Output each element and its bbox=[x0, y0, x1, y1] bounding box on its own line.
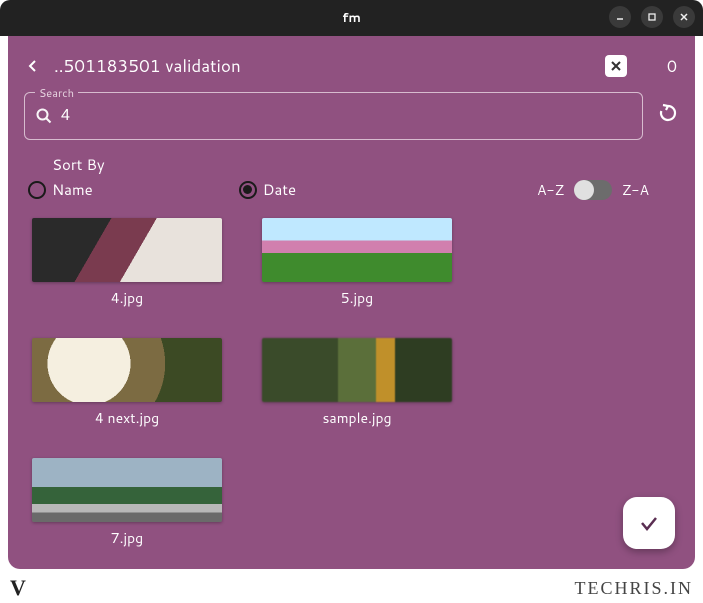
file-tile[interactable]: 4 next.jpg bbox=[32, 338, 222, 428]
file-name: 7.jpg bbox=[111, 528, 143, 548]
clear-button[interactable] bbox=[605, 55, 627, 77]
search-input[interactable] bbox=[61, 107, 632, 125]
file-name: 5.jpg bbox=[341, 288, 373, 308]
file-name: sample.jpg bbox=[322, 408, 391, 428]
page-footer: V TECHRIS.IN bbox=[0, 573, 703, 603]
thumbnail-image bbox=[32, 218, 222, 282]
sort-by-label: Sort By bbox=[52, 154, 679, 175]
footer-brand: TECHRIS.IN bbox=[575, 578, 694, 599]
search-field[interactable]: Search bbox=[24, 92, 643, 140]
refresh-button[interactable] bbox=[657, 102, 679, 130]
nav-row: ..501183501 validation 0 bbox=[24, 46, 679, 86]
thumbnail-image bbox=[32, 458, 222, 522]
breadcrumb: ..501183501 validation bbox=[54, 54, 593, 78]
selection-count: 0 bbox=[639, 55, 679, 78]
sort-order-switch[interactable] bbox=[574, 180, 612, 200]
maximize-button[interactable] bbox=[641, 6, 663, 28]
thumbnail-image bbox=[262, 218, 452, 282]
sort-radio-name[interactable]: Name bbox=[28, 179, 93, 200]
thumbnail-image bbox=[32, 338, 222, 402]
file-tile[interactable]: 4.jpg bbox=[32, 218, 222, 308]
back-button[interactable] bbox=[24, 57, 42, 75]
file-tile[interactable]: sample.jpg bbox=[262, 338, 452, 428]
close-window-button[interactable] bbox=[673, 6, 695, 28]
titlebar: fm bbox=[0, 0, 703, 36]
sort-option-label: Date bbox=[263, 179, 296, 200]
sort-option-label: Name bbox=[52, 179, 93, 200]
sort-row: Name Date A-Z Z-A bbox=[24, 179, 679, 200]
sort-radio-date[interactable]: Date bbox=[239, 179, 296, 200]
search-icon bbox=[35, 107, 53, 125]
file-tile[interactable]: 5.jpg bbox=[262, 218, 452, 308]
file-name: 4 next.jpg bbox=[95, 408, 159, 428]
thumbnail-image bbox=[262, 338, 452, 402]
radio-icon bbox=[28, 181, 46, 199]
file-name: 4.jpg bbox=[111, 288, 143, 308]
search-row: Search bbox=[24, 92, 679, 140]
order-az-label: A-Z bbox=[537, 180, 564, 200]
file-tile[interactable]: 7.jpg bbox=[32, 458, 222, 548]
footer-mark: V bbox=[10, 575, 26, 601]
window-controls bbox=[609, 6, 695, 28]
radio-icon bbox=[239, 181, 257, 199]
minimize-button[interactable] bbox=[609, 6, 631, 28]
sort-order-group: A-Z Z-A bbox=[537, 180, 649, 200]
file-grid: 4.jpg 5.jpg 4 next.jpg sample.jpg 7.jpg bbox=[24, 200, 679, 548]
app-window: ..501183501 validation 0 Search Sort By … bbox=[8, 36, 695, 569]
order-za-label: Z-A bbox=[622, 180, 649, 200]
search-legend: Search bbox=[35, 85, 78, 101]
window-title: fm bbox=[342, 9, 361, 27]
confirm-fab[interactable] bbox=[623, 497, 675, 549]
